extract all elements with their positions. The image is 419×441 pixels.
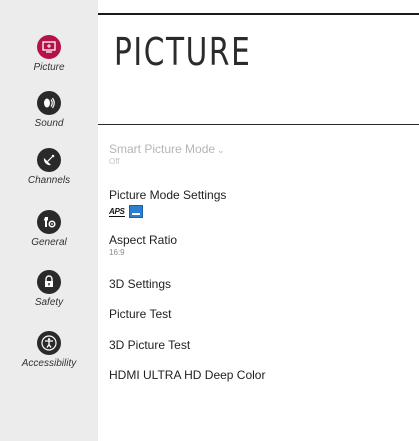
sound-icon	[37, 91, 61, 115]
accessibility-icon	[37, 331, 61, 355]
sidebar-item-safety[interactable]: Safety	[0, 270, 98, 316]
aspect-ratio-label: Aspect Ratio	[109, 233, 178, 247]
sidebar-item-channels[interactable]: Channels	[0, 148, 98, 194]
aspect-ratio-value: 16:9	[109, 248, 125, 257]
sidebar: Picture Sound Channels General Safety Ac…	[0, 0, 98, 441]
header-divider	[98, 13, 419, 15]
3d-settings-label: 3D Settings	[109, 277, 172, 291]
smart-picture-mode-label: Smart Picture Mode	[109, 142, 216, 156]
smart-picture-mode-item[interactable]: Smart Picture Mode ⌄ Off	[109, 142, 225, 166]
picture-icon	[37, 35, 61, 59]
picture-mode-settings-item[interactable]: Picture Mode Settings APS	[109, 188, 226, 218]
channels-icon	[37, 148, 61, 172]
picture-mode-settings-label: Picture Mode Settings	[109, 188, 227, 202]
sidebar-item-label: General	[31, 237, 67, 248]
picture-test-label: Picture Test	[109, 307, 172, 321]
sidebar-item-sound[interactable]: Sound	[0, 91, 98, 137]
sidebar-item-label: Accessibility	[21, 358, 77, 369]
3d-picture-test-item[interactable]: 3D Picture Test	[109, 338, 190, 352]
sidebar-item-label: Channels	[27, 175, 71, 186]
general-icon	[37, 210, 61, 234]
sidebar-item-accessibility[interactable]: Accessibility	[0, 331, 98, 377]
aps-logo: APS	[109, 206, 125, 217]
aspect-ratio-item[interactable]: Aspect Ratio 16:9	[109, 233, 177, 257]
sidebar-item-picture[interactable]: Picture	[0, 35, 98, 81]
page-title: PICTURE	[114, 30, 252, 74]
sidebar-item-label: Picture	[33, 62, 65, 73]
3d-picture-test-label: 3D Picture Test	[109, 338, 191, 352]
hdmi-deep-color-label: HDMI ULTRA HD Deep Color	[109, 368, 266, 382]
3d-settings-item[interactable]: 3D Settings	[109, 277, 171, 291]
picture-test-item[interactable]: Picture Test	[109, 307, 171, 321]
sidebar-item-general[interactable]: General	[0, 210, 98, 256]
smart-picture-mode-value: Off	[109, 157, 120, 166]
title-divider	[98, 124, 419, 125]
safety-icon	[37, 270, 61, 294]
sidebar-item-label: Safety	[34, 297, 64, 308]
energy-star-icon	[128, 205, 143, 218]
chevron-down-icon: ⌄	[217, 145, 225, 155]
hdmi-deep-color-item[interactable]: HDMI ULTRA HD Deep Color	[109, 368, 265, 382]
sidebar-item-label: Sound	[34, 118, 64, 129]
